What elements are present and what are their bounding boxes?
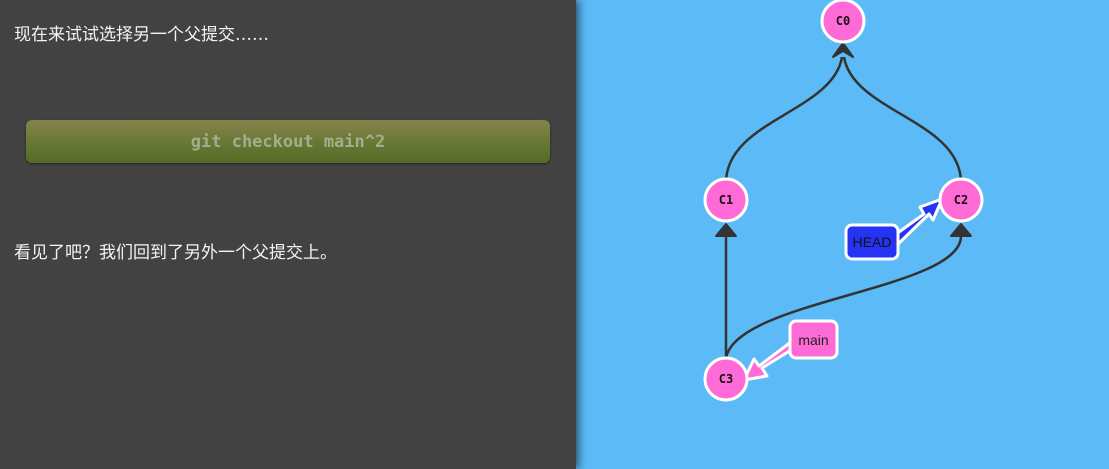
branch-main-ref[interactable]: main xyxy=(742,319,839,382)
commit-label-c0: C0 xyxy=(836,14,850,28)
edge-c1-c0 xyxy=(724,56,844,184)
commit-c2[interactable]: C2 xyxy=(938,177,984,223)
visualization-panel: main HEAD C0 C1 C2 C3 xyxy=(576,0,1109,469)
commit-label-c1: C1 xyxy=(719,193,733,207)
command-label: git checkout main^2 xyxy=(190,131,386,152)
arrowhead-c0 xyxy=(832,42,854,58)
instruction-text-2: 看见了吧？我们回到了另外一个父提交上。 xyxy=(14,243,337,263)
command-button[interactable]: git checkout main^2 xyxy=(26,120,550,163)
commit-label-c2: C2 xyxy=(954,193,968,207)
app: 现在来试试选择另一个父提交…… git checkout main^2 看见了吧… xyxy=(0,0,1109,469)
edge-c2-c0 xyxy=(842,56,963,184)
edge-c3-c2 xyxy=(724,235,963,359)
commit-c0[interactable]: C0 xyxy=(820,0,866,44)
instruction-panel: 现在来试试选择另一个父提交…… git checkout main^2 看见了吧… xyxy=(0,0,576,469)
commit-c3[interactable]: C3 xyxy=(703,356,749,402)
head-label: HEAD xyxy=(853,234,892,250)
arrowhead-c1 xyxy=(715,223,737,237)
commit-graph: main HEAD C0 C1 C2 C3 xyxy=(703,0,984,402)
arrowhead-c2 xyxy=(950,223,972,237)
commit-c1[interactable]: C1 xyxy=(703,177,749,223)
instruction-text-1: 现在来试试选择另一个父提交…… xyxy=(14,25,269,45)
head-ref[interactable]: HEAD xyxy=(844,197,944,261)
commit-label-c3: C3 xyxy=(719,372,733,386)
branch-label: main xyxy=(798,332,828,348)
